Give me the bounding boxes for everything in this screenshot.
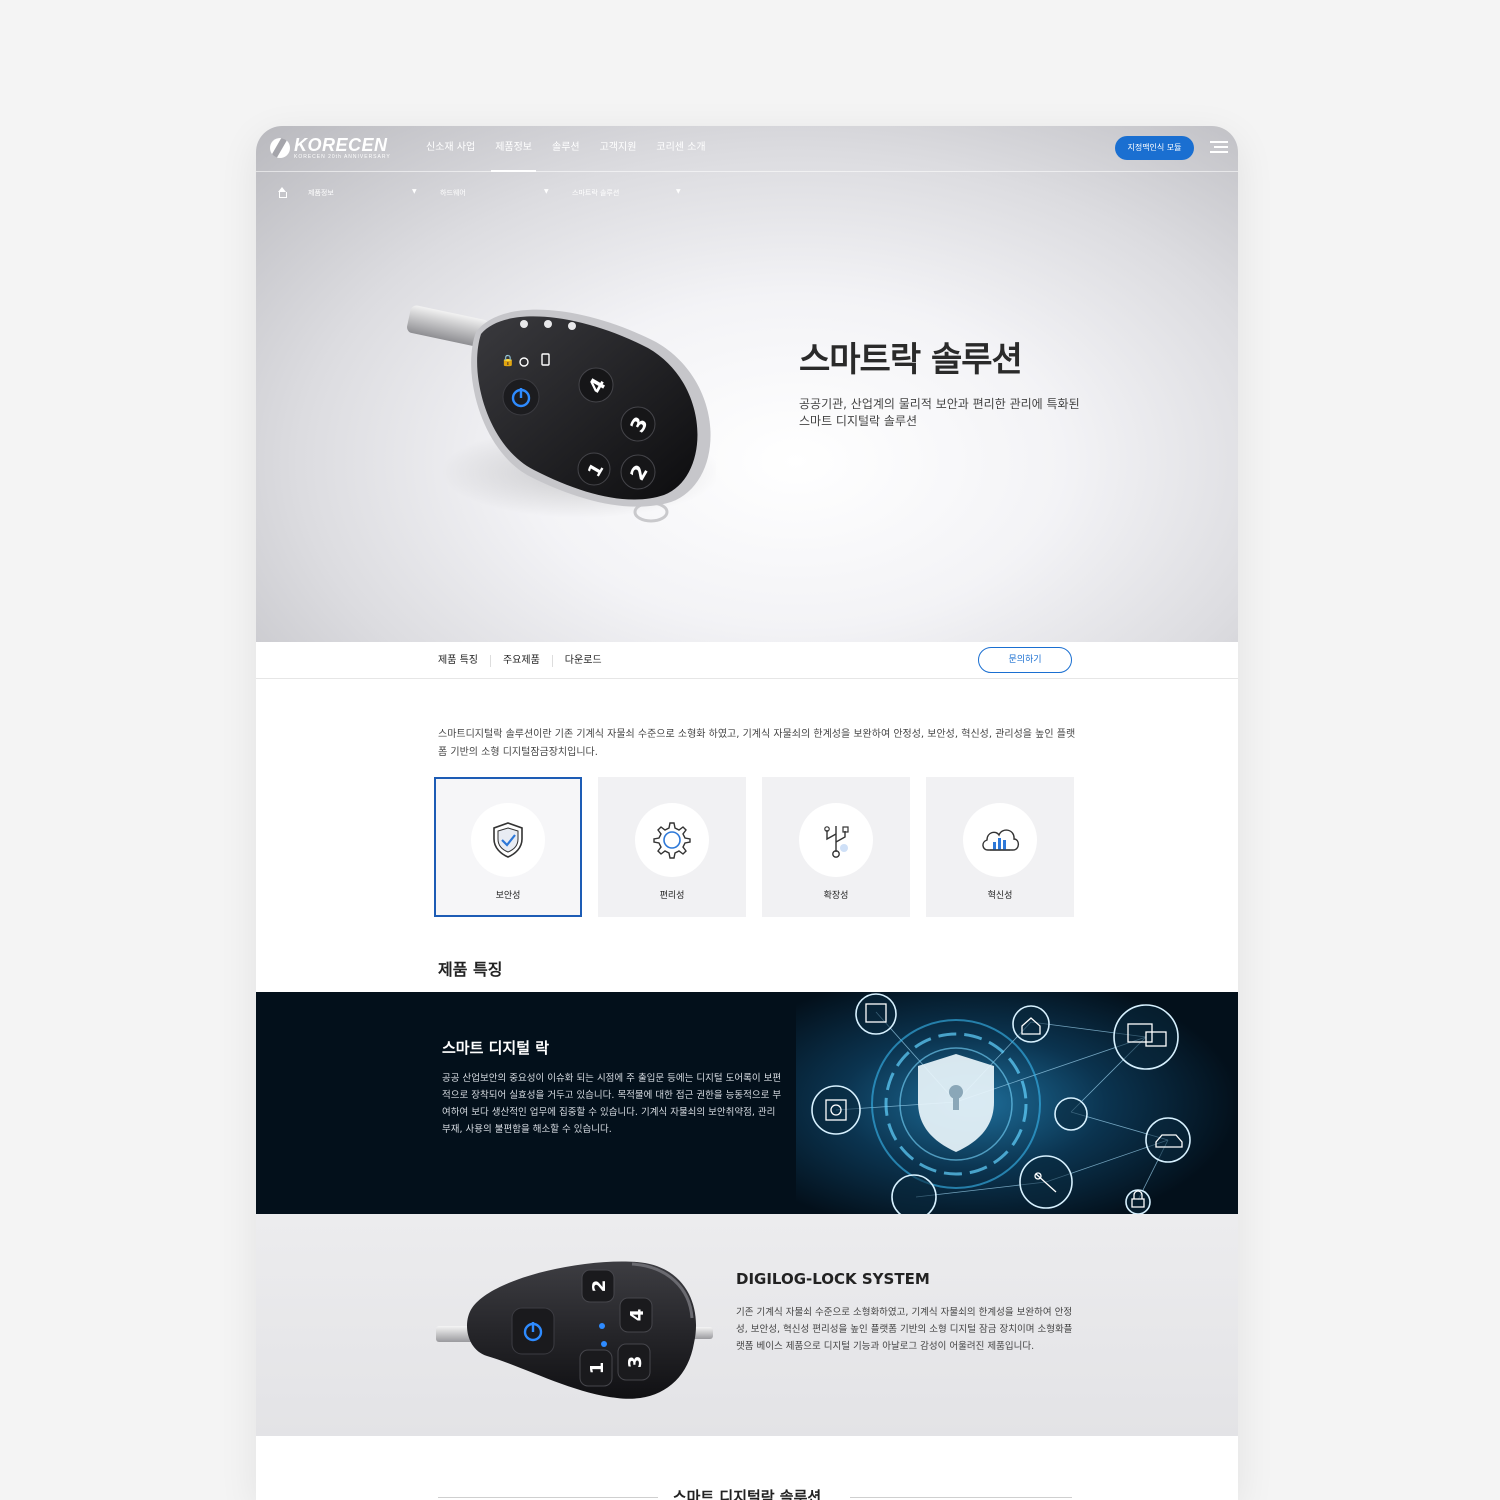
- smart-lock-title: 스마트 디지털 락: [442, 1039, 550, 1057]
- feature-card-innovation[interactable]: 혁신성: [926, 777, 1074, 917]
- nav-item-about[interactable]: 코리센 소개: [646, 126, 715, 172]
- shield-check-icon: [493, 822, 523, 858]
- digilog-product-image: 2 4 1 3: [436, 1261, 713, 1399]
- product-key-2: 2: [589, 1280, 610, 1293]
- feature-card-scalability[interactable]: 확장성: [762, 777, 910, 917]
- cloud-chart-icon: [982, 829, 1020, 851]
- feature-card-security[interactable]: 보안성: [434, 777, 582, 917]
- hero-section: KORECEN KORECEN 20th ANNIVERSARY 신소재 사업 …: [256, 126, 1238, 642]
- svg-text:🔒: 🔒: [501, 354, 515, 367]
- breadcrumb-label: 하드웨어: [440, 189, 466, 197]
- nav-item-materials[interactable]: 신소재 사업: [416, 126, 485, 172]
- chevron-down-icon: ▼: [544, 188, 549, 195]
- breadcrumb-item-smartlock[interactable]: 스마트락 솔루션 ▼: [572, 188, 704, 198]
- hero-subtitle: 공공기관, 산업계의 물리적 보안과 편리한 관리에 특화된 스마트 디지털락 …: [799, 396, 1139, 430]
- digilog-title: DIGILOG-LOCK SYSTEM: [736, 1270, 930, 1288]
- feature-card-convenience[interactable]: 편리성: [598, 777, 746, 917]
- feature-label: 확장성: [823, 891, 849, 901]
- gear-icon: [653, 822, 691, 859]
- home-icon[interactable]: [276, 187, 288, 199]
- product-key-4: 4: [627, 1309, 648, 1322]
- main-nav: 신소재 사업 제품정보 솔루션 고객지원 코리센 소개: [416, 126, 716, 172]
- hamburger-menu-icon[interactable]: [1210, 141, 1228, 155]
- browser-viewport: KORECEN KORECEN 20th ANNIVERSARY 신소재 사업 …: [256, 126, 1238, 1500]
- smart-lock-body: 공공 산업보안의 중요성이 이슈화 되는 시점에 주 출입문 등에는 디지털 도…: [442, 1073, 782, 1135]
- page-title: 스마트락 솔루션: [799, 340, 1023, 380]
- vein-module-button[interactable]: 지정맥인식 모듈: [1115, 136, 1194, 160]
- feature-label: 편리성: [659, 891, 685, 901]
- logo-name: KORECEN: [294, 135, 388, 155]
- hero-subtitle-line: 스마트 디지털락 솔루션: [799, 414, 918, 428]
- feature-cards: 보안성 편리성 확장성 혁신성: [434, 777, 1090, 917]
- security-network-image: [796, 992, 1238, 1214]
- site-header: KORECEN KORECEN 20th ANNIVERSARY 신소재 사업 …: [256, 126, 1238, 172]
- nav-item-products[interactable]: 제품정보: [485, 126, 542, 172]
- chevron-down-icon: ▼: [676, 188, 681, 195]
- breadcrumb: 제품정보 ▼ 하드웨어 ▼ 스마트락 솔루션 ▼: [276, 184, 704, 202]
- nav-item-support[interactable]: 고객지원: [590, 126, 647, 172]
- smartlock-product-image: 🔒 4 3 2 1: [407, 305, 716, 523]
- tab-download[interactable]: 다운로드: [551, 654, 614, 667]
- hero-subtitle-line: 공공기관, 산업계의 물리적 보안과 편리한 관리에 특화된: [799, 397, 1080, 411]
- inquiry-button[interactable]: 문의하기: [978, 647, 1072, 673]
- logo-subtitle: KORECEN 20th ANNIVERSARY: [294, 154, 391, 160]
- breadcrumb-item-products[interactable]: 제품정보 ▼: [308, 188, 440, 198]
- breadcrumb-label: 스마트락 솔루션: [572, 189, 620, 197]
- digilog-body: 기존 기계식 자물쇠 수준으로 소형화하였고, 기계식 자물쇠의 한계성을 보완…: [736, 1307, 1073, 1352]
- section-title: 제품 특징: [438, 960, 503, 979]
- bottom-section-title: 스마트 디지털락 솔루션: [672, 1488, 822, 1500]
- digilog-section: 2 4 1 3 DIGILOG-LOCK SYSTEM 기존 기계식 자물쇠 수…: [256, 1214, 1238, 1436]
- breadcrumb-item-hardware[interactable]: 하드웨어 ▼: [440, 188, 572, 198]
- chevron-down-icon: ▼: [412, 188, 417, 195]
- smart-digital-lock-section: 스마트 디지털 락 공공 산업보안의 중요성이 이슈화 되는 시점에 주 출입문…: [256, 992, 1238, 1214]
- breadcrumb-label: 제품정보: [308, 189, 334, 197]
- divider: [850, 1497, 1072, 1498]
- feature-label: 혁신성: [987, 891, 1013, 901]
- product-key-3: 3: [625, 1356, 646, 1369]
- logo-mark-icon: [270, 138, 290, 158]
- usb-branch-icon: [824, 826, 849, 858]
- section-tabbar: 제품 특징 주요제품 다운로드 문의하기: [256, 642, 1238, 679]
- intro-text: 스마트디지털락 솔루션이란 기존 기계식 자물쇠 수준으로 소형화 하였고, 기…: [438, 729, 1076, 758]
- product-key-1: 1: [587, 1362, 608, 1375]
- nav-item-solutions[interactable]: 솔루션: [542, 126, 590, 172]
- feature-label: 보안성: [495, 891, 521, 901]
- tab-features[interactable]: 제품 특징: [438, 655, 490, 667]
- tab-main-products[interactable]: 주요제품: [489, 654, 552, 667]
- logo[interactable]: KORECEN KORECEN 20th ANNIVERSARY: [270, 136, 391, 160]
